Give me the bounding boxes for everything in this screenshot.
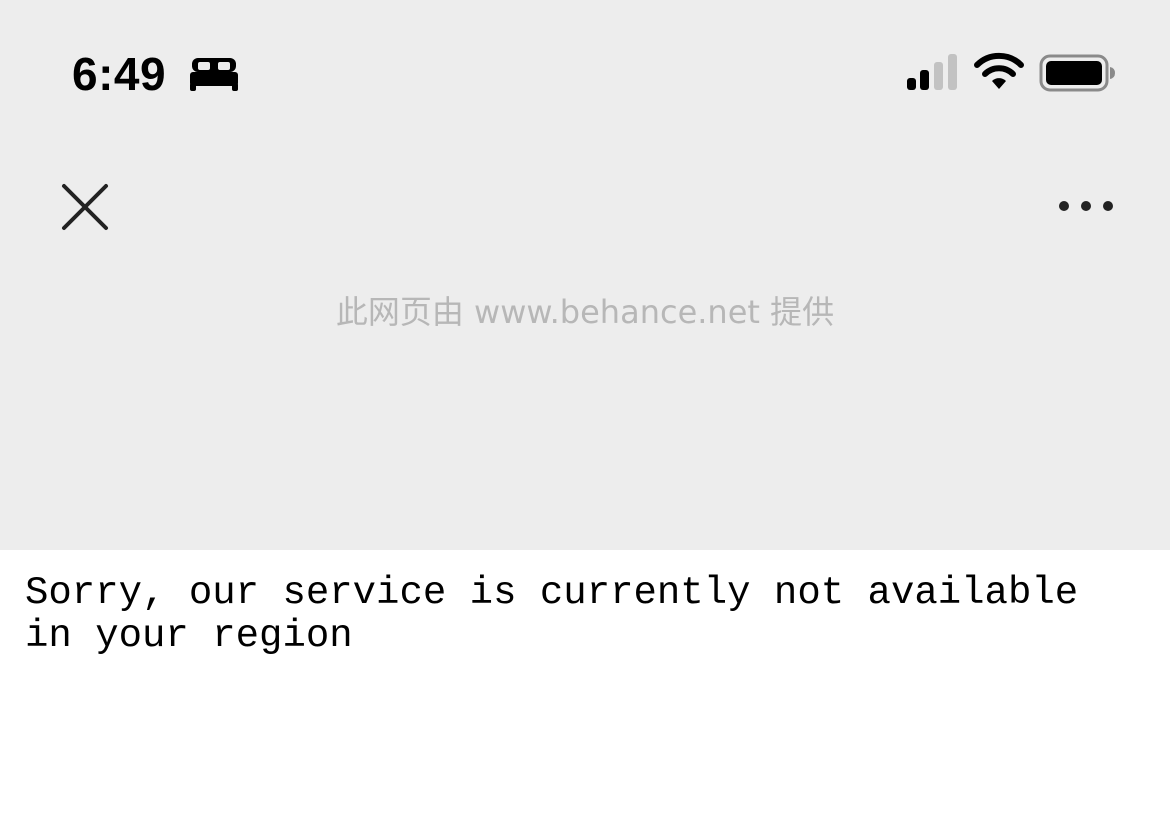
cellular-signal-icon (907, 54, 957, 90)
provider-note: 此网页由 www.behance.net 提供 (335, 293, 835, 331)
more-options-icon (1059, 201, 1113, 211)
wifi-icon (974, 52, 1024, 89)
status-time: 6:49 (72, 48, 167, 100)
battery-icon (1039, 54, 1115, 92)
bed-icon (190, 58, 238, 91)
close-icon (62, 184, 108, 230)
more-options-button[interactable] (1052, 188, 1120, 224)
browser-chrome-area: 6:49 此网页由 www.behance.net 提供 (0, 0, 1170, 550)
unavailable-message: Sorry, our service is currently not avai… (25, 571, 1079, 658)
page-content: Sorry, our service is currently not avai… (0, 550, 1170, 829)
close-button[interactable] (56, 178, 114, 236)
